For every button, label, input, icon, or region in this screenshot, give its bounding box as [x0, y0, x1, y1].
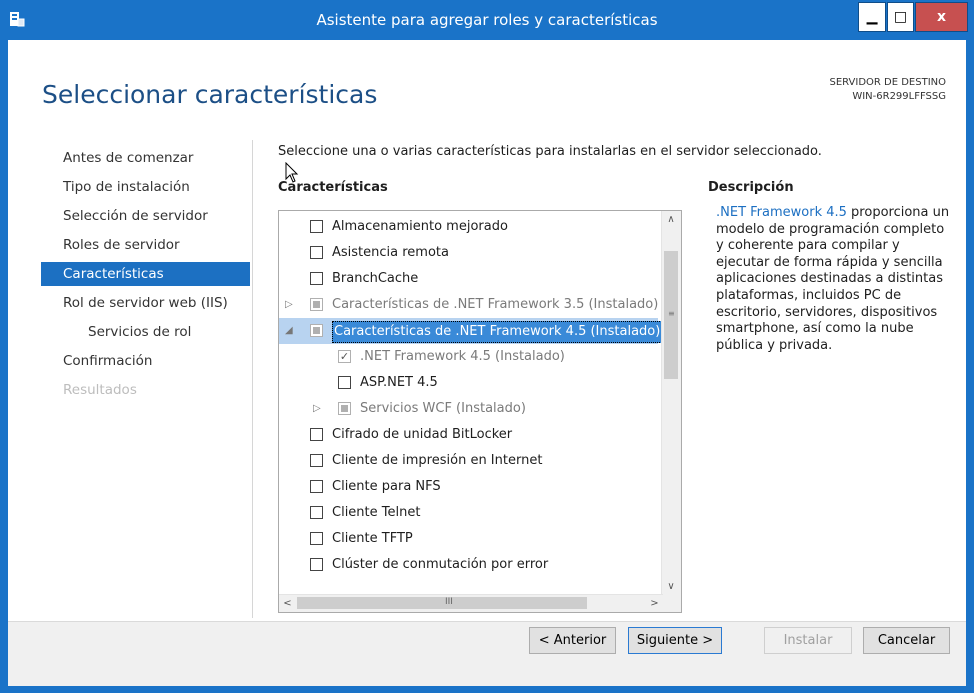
feature-checkbox[interactable]	[310, 454, 323, 467]
feature-row[interactable]: Cliente Telnet	[279, 500, 658, 526]
feature-row[interactable]: ▷ Características de .NET Framework 3.5 (…	[279, 292, 658, 318]
feature-row[interactable]: Cifrado de unidad BitLocker	[279, 422, 658, 448]
feature-description: .NET Framework 4.5 proporciona un modelo…	[716, 205, 951, 354]
title-bar[interactable]: Asistente para agregar roles y caracterí…	[0, 0, 974, 40]
feature-label: BranchCache	[332, 271, 419, 286]
nav-step: Resultados	[63, 382, 137, 398]
feature-label: Asistencia remota	[332, 245, 449, 260]
scroll-right-icon[interactable]: >	[646, 595, 663, 612]
feature-row[interactable]: ◢ Características de .NET Framework 4.5 (…	[279, 318, 663, 344]
feature-checkbox[interactable]	[310, 428, 323, 441]
maximize-button[interactable]: □	[887, 2, 914, 32]
feature-row[interactable]: Asistencia remota	[279, 240, 658, 266]
wizard-steps-nav: Antes de comenzar Tipo de instalación Sele…	[41, 146, 250, 407]
description-text: proporciona un modelo de programación co…	[716, 205, 950, 353]
feature-label: Cliente para NFS	[332, 479, 441, 494]
feature-checkbox[interactable]	[310, 298, 323, 311]
minimize-button[interactable]: ▁	[858, 2, 886, 32]
instructions-text: Seleccione una o varias características …	[278, 144, 822, 159]
window-title: Asistente para agregar roles y caracterí…	[316, 11, 658, 29]
feature-checkbox[interactable]	[310, 558, 323, 571]
scroll-grip-icon: ≡	[668, 309, 675, 318]
scroll-left-icon[interactable]: <	[279, 595, 296, 612]
feature-row[interactable]: Almacenamiento mejorado	[279, 214, 658, 240]
install-button[interactable]: Instalar	[764, 627, 852, 654]
feature-checkbox[interactable]	[310, 324, 323, 337]
feature-label: Cliente Telnet	[332, 505, 421, 520]
features-list: Almacenamiento mejorado Asistencia remota…	[279, 214, 663, 578]
nav-step[interactable]: Selección de servidor	[41, 204, 250, 228]
wizard-content: Seleccionar características SERVIDOR DE …	[8, 40, 966, 685]
cancel-button[interactable]: Cancelar	[863, 627, 950, 654]
destination-server: SERVIDOR DE DESTINO WIN-6R299LFFSSG	[829, 76, 946, 104]
nav-step[interactable]: Características	[41, 262, 250, 286]
feature-row[interactable]: Cliente de impresión en Internet	[279, 448, 658, 474]
expand-arrow-icon[interactable]: ▷	[313, 396, 321, 422]
close-button[interactable]: x	[915, 2, 968, 32]
nav-step[interactable]: Roles de servidor	[41, 233, 250, 257]
scroll-down-icon[interactable]: ∨	[662, 578, 680, 596]
feature-label: Cliente TFTP	[332, 531, 413, 546]
feature-row[interactable]: ▷ Servicios WCF (Instalado)	[279, 396, 658, 422]
feature-label: Almacenamiento mejorado	[332, 219, 508, 234]
feature-row[interactable]: Cliente TFTP	[279, 526, 658, 552]
feature-row[interactable]: ASP.NET 4.5	[279, 370, 658, 396]
feature-label: Características de .NET Framework 3.5 (I…	[332, 297, 659, 312]
feature-label: Clúster de conmutación por error	[332, 557, 549, 572]
horizontal-scroll-thumb[interactable]: III	[297, 597, 587, 609]
feature-label: Cliente de impresión en Internet	[332, 453, 543, 468]
feature-checkbox[interactable]	[310, 246, 323, 259]
feature-checkbox[interactable]	[310, 532, 323, 545]
feature-row[interactable]: BranchCache	[279, 266, 658, 292]
destination-server-label: SERVIDOR DE DESTINO	[829, 77, 946, 88]
vertical-scrollbar[interactable]: ∧ ≡ ∨	[661, 211, 681, 596]
nav-step[interactable]: Antes de comenzar	[41, 146, 250, 170]
previous-button[interactable]: < Anterior	[529, 627, 616, 654]
nav-step[interactable]: Tipo de instalación	[41, 175, 250, 199]
nav-divider	[252, 140, 253, 618]
features-tree[interactable]: Almacenamiento mejorado Asistencia remota…	[278, 210, 682, 613]
feature-row[interactable]: Clúster de conmutación por error	[279, 552, 658, 578]
expand-arrow-icon[interactable]: ▷	[285, 292, 293, 318]
scrollbar-corner	[662, 595, 681, 612]
destination-server-name: WIN-6R299LFFSSG	[852, 91, 946, 102]
feature-checkbox[interactable]	[310, 220, 323, 233]
nav-step[interactable]: Confirmación	[41, 349, 250, 373]
description-link[interactable]: .NET Framework 4.5	[716, 205, 847, 220]
next-button[interactable]: Siguiente >	[628, 627, 722, 654]
hscroll-grip-icon: III	[445, 597, 453, 607]
nav-step[interactable]: Servicios de rol	[41, 320, 250, 344]
feature-label: .NET Framework 4.5 (Instalado)	[360, 349, 565, 364]
feature-checkbox[interactable]	[338, 402, 351, 415]
feature-label: Servicios WCF (Instalado)	[360, 401, 526, 416]
nav-step[interactable]: Rol de servidor web (IIS)	[41, 291, 250, 315]
feature-checkbox[interactable]	[310, 506, 323, 519]
feature-checkbox[interactable]	[310, 480, 323, 493]
description-header: Descripción	[708, 180, 794, 195]
feature-label: ASP.NET 4.5	[360, 375, 438, 390]
feature-row[interactable]: Cliente para NFS	[279, 474, 658, 500]
mouse-cursor-icon	[285, 162, 299, 183]
wizard-window: Asistente para agregar roles y caracterí…	[0, 0, 974, 693]
scroll-up-icon[interactable]: ∧	[662, 211, 680, 229]
feature-row[interactable]: ✓ .NET Framework 4.5 (Instalado)	[279, 344, 658, 370]
feature-checkbox[interactable]: ✓	[338, 350, 351, 363]
feature-label: Cifrado de unidad BitLocker	[332, 427, 513, 442]
horizontal-scrollbar[interactable]: < III >	[279, 594, 663, 612]
feature-checkbox[interactable]	[310, 272, 323, 285]
collapse-arrow-icon[interactable]: ◢	[285, 318, 293, 344]
feature-label: Características de .NET Framework 4.5 (I…	[332, 321, 663, 343]
feature-checkbox[interactable]	[338, 376, 351, 389]
page-title: Seleccionar características	[42, 80, 378, 109]
